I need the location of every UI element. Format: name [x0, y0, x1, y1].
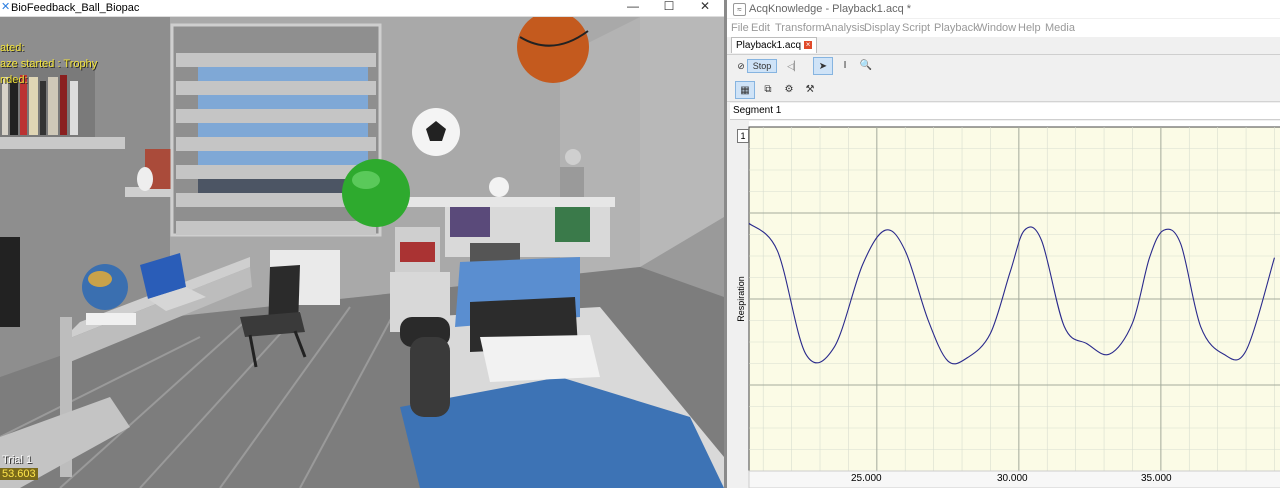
vr-window-title: BioFeedback_Ball_Biopac: [11, 2, 140, 14]
rewind-icon[interactable]: ◁▏: [787, 57, 801, 75]
pointer-tool-icon[interactable]: ➤: [813, 57, 833, 75]
hud-timer: 53.603: [0, 468, 38, 480]
app-icon: ✕: [1, 1, 11, 13]
display-toolbar: ▦ ⧉ ⚙ ⚒: [727, 79, 1280, 102]
record-icon[interactable]: ⊘: [735, 57, 747, 75]
menu-media[interactable]: Media: [1045, 22, 1075, 34]
menu-display[interactable]: Display: [864, 22, 900, 34]
hud-status-line-1: ated:: [0, 42, 25, 54]
gear-icon[interactable]: ⚙: [781, 81, 797, 99]
vr-scene: [0, 17, 724, 488]
close-button[interactable]: ✕: [690, 0, 720, 14]
acq-window-title: AcqKnowledge - Playback1.acq *: [749, 3, 912, 15]
menu-transform[interactable]: Transform: [775, 22, 825, 34]
menu-bar: File Edit Transform Analysis Display Scr…: [727, 19, 1280, 37]
menu-script[interactable]: Script: [902, 22, 930, 34]
close-tab-icon[interactable]: ×: [804, 41, 813, 50]
maximize-button[interactable]: ☐: [654, 0, 684, 14]
hud-status-line-3: nded:: [0, 74, 28, 86]
menu-file[interactable]: File: [731, 22, 749, 34]
text-cursor-tool-icon[interactable]: I: [837, 57, 853, 75]
channel-number: 1: [737, 129, 749, 143]
channel-label: Respiration: [736, 276, 746, 322]
hud-status-line-2: aze started : Trophy: [0, 58, 98, 70]
overlap-icon[interactable]: ⧉: [759, 81, 777, 99]
acq-title-bar: ≈ AcqKnowledge - Playback1.acq *: [727, 0, 1280, 18]
menu-playback[interactable]: Playback: [934, 22, 979, 34]
tab-label: Playback1.acq: [736, 40, 802, 51]
calibrate-icon[interactable]: ⚒: [801, 81, 819, 99]
respiration-chart[interactable]: [727, 121, 1280, 488]
menu-help[interactable]: Help: [1018, 22, 1041, 34]
zoom-tool-icon[interactable]: 🔍: [859, 57, 873, 75]
stop-button[interactable]: Stop: [747, 59, 777, 73]
hud-trial-label: Trial 1: [2, 454, 33, 466]
vr-title-bar: ✕ BioFeedback_Ball_Biopac — ☐ ✕: [0, 0, 724, 17]
x-tick-label: 30.000: [997, 473, 1028, 484]
playback-toolbar: ⊘ Stop ◁▏ ➤ I 🔍: [727, 55, 1280, 77]
graph-window: 1 Respiration 25.000 30.000 35.000: [727, 121, 1280, 488]
tab-playback1[interactable]: Playback1.acq ×: [731, 37, 818, 53]
grid-icon[interactable]: ▦: [735, 81, 755, 99]
menu-analysis[interactable]: Analysis: [824, 22, 865, 34]
document-tabs: Playback1.acq ×: [727, 37, 1280, 55]
acq-app-icon: ≈: [733, 3, 746, 16]
segment-label: Segment 1: [733, 105, 782, 116]
minimize-button[interactable]: —: [618, 0, 648, 14]
menu-window[interactable]: Window: [977, 22, 1016, 34]
vr-app-window: ✕ BioFeedback_Ball_Biopac — ☐ ✕ ated: az…: [0, 0, 724, 488]
segment-bar: Segment 1: [730, 103, 1280, 120]
menu-edit[interactable]: Edit: [751, 22, 770, 34]
acqknowledge-window: ≈ AcqKnowledge - Playback1.acq * File Ed…: [724, 0, 1280, 488]
x-tick-label: 25.000: [851, 473, 882, 484]
x-tick-label: 35.000: [1141, 473, 1172, 484]
